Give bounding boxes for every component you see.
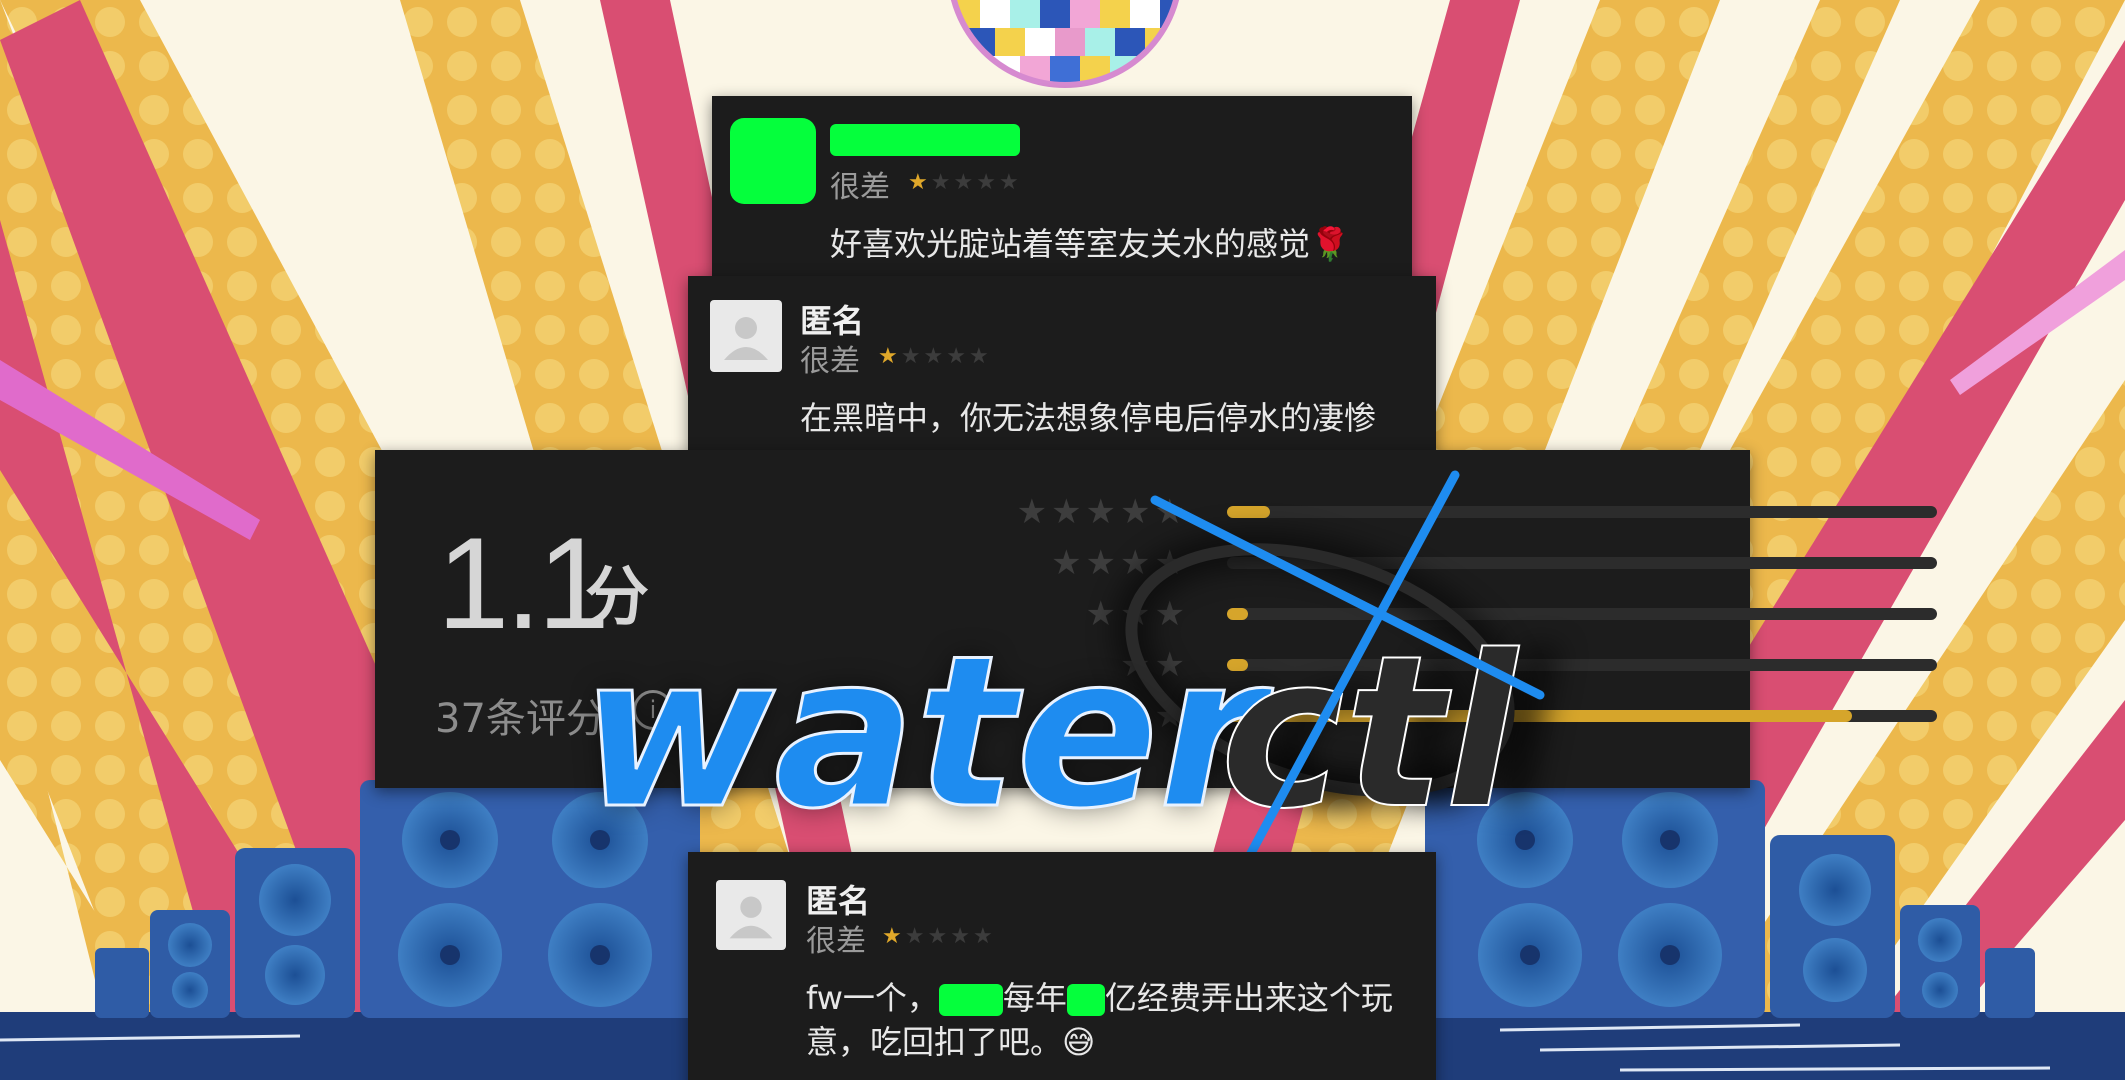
review-comment: 好喜欢光腚站着等室友关水的感觉🌹 xyxy=(830,222,1350,266)
redacted-avatar xyxy=(730,118,816,204)
review-comment-text: 好喜欢光腚站着等室友关水的感觉 xyxy=(830,225,1311,263)
star-icon: ★ xyxy=(972,924,993,949)
star-icon: ★ xyxy=(900,344,921,369)
star-icon: ★ xyxy=(878,344,898,369)
review-comment: fw一个， 每年 亿经费弄出来这个玩 意，吃回扣了吧。😅 xyxy=(806,976,1393,1064)
star-icon: ★ xyxy=(953,170,974,195)
redacted-text xyxy=(1066,984,1105,1016)
star-icon: ★ xyxy=(923,344,944,369)
comment-text-part: 意，吃回扣了吧。 xyxy=(806,1023,1063,1061)
rose-emoji: 🌹 xyxy=(1310,225,1350,263)
logo-text-water: water xyxy=(580,610,1274,855)
meme-scene: 很差 ★ ★ ★ ★ ★ 好喜欢光腚站着等室友关水的感觉🌹 匿名 很差 ★ ★ … xyxy=(0,0,2125,1080)
star-icon: ★ xyxy=(904,924,925,949)
rating-label: 很差 xyxy=(830,170,890,205)
anonymous-user-icon xyxy=(716,880,786,950)
star-rating: ★ ★ ★ ★ ★ xyxy=(908,172,1019,194)
comment-text-part: 亿经费弄出来这个玩 xyxy=(1104,979,1393,1017)
review-card-3: 匿名 很差 ★ ★ ★ ★ ★ fw一个， 每年 亿经费弄出来这个玩 意，吃回扣了吧… xyxy=(688,852,1436,1080)
redacted-username xyxy=(830,124,1020,156)
anonymous-user-icon xyxy=(710,300,782,372)
star-icon: ★ xyxy=(950,924,970,949)
star-icon: ★ xyxy=(908,170,928,195)
review-card-1: 很差 ★ ★ ★ ★ ★ 好喜欢光腚站着等室友关水的感觉🌹 xyxy=(712,96,1412,286)
star-icon: ★ xyxy=(930,170,951,195)
star-icon: ★ xyxy=(998,170,1019,195)
star-icon: ★ xyxy=(927,924,948,949)
star-icon: ★ xyxy=(976,170,996,195)
star-icon: ★ xyxy=(946,344,966,369)
waterctl-logo: waterctl water ctl xyxy=(579,470,1562,860)
review-comment-text: 在黑暗中，你无法想象停电后停水的凄惨 xyxy=(800,399,1377,437)
rating-label: 很差 xyxy=(800,344,860,379)
star-rating: ★ ★ ★ ★ ★ xyxy=(882,926,993,948)
sweat-smile-emoji: 😅 xyxy=(1062,1023,1096,1061)
star-icon: ★ xyxy=(882,924,902,949)
comment-text-part: 每年 xyxy=(1002,979,1067,1017)
redacted-text xyxy=(938,984,1003,1016)
star-rating: ★ ★ ★ ★ ★ xyxy=(878,346,989,368)
rating-label: 很差 xyxy=(806,924,866,959)
comment-text-part: fw一个， xyxy=(806,979,939,1017)
star-icon: ★ xyxy=(968,344,989,369)
review-card-2: 匿名 很差 ★ ★ ★ ★ ★ 在黑暗中，你无法想象停电后停水的凄惨 xyxy=(688,276,1436,456)
